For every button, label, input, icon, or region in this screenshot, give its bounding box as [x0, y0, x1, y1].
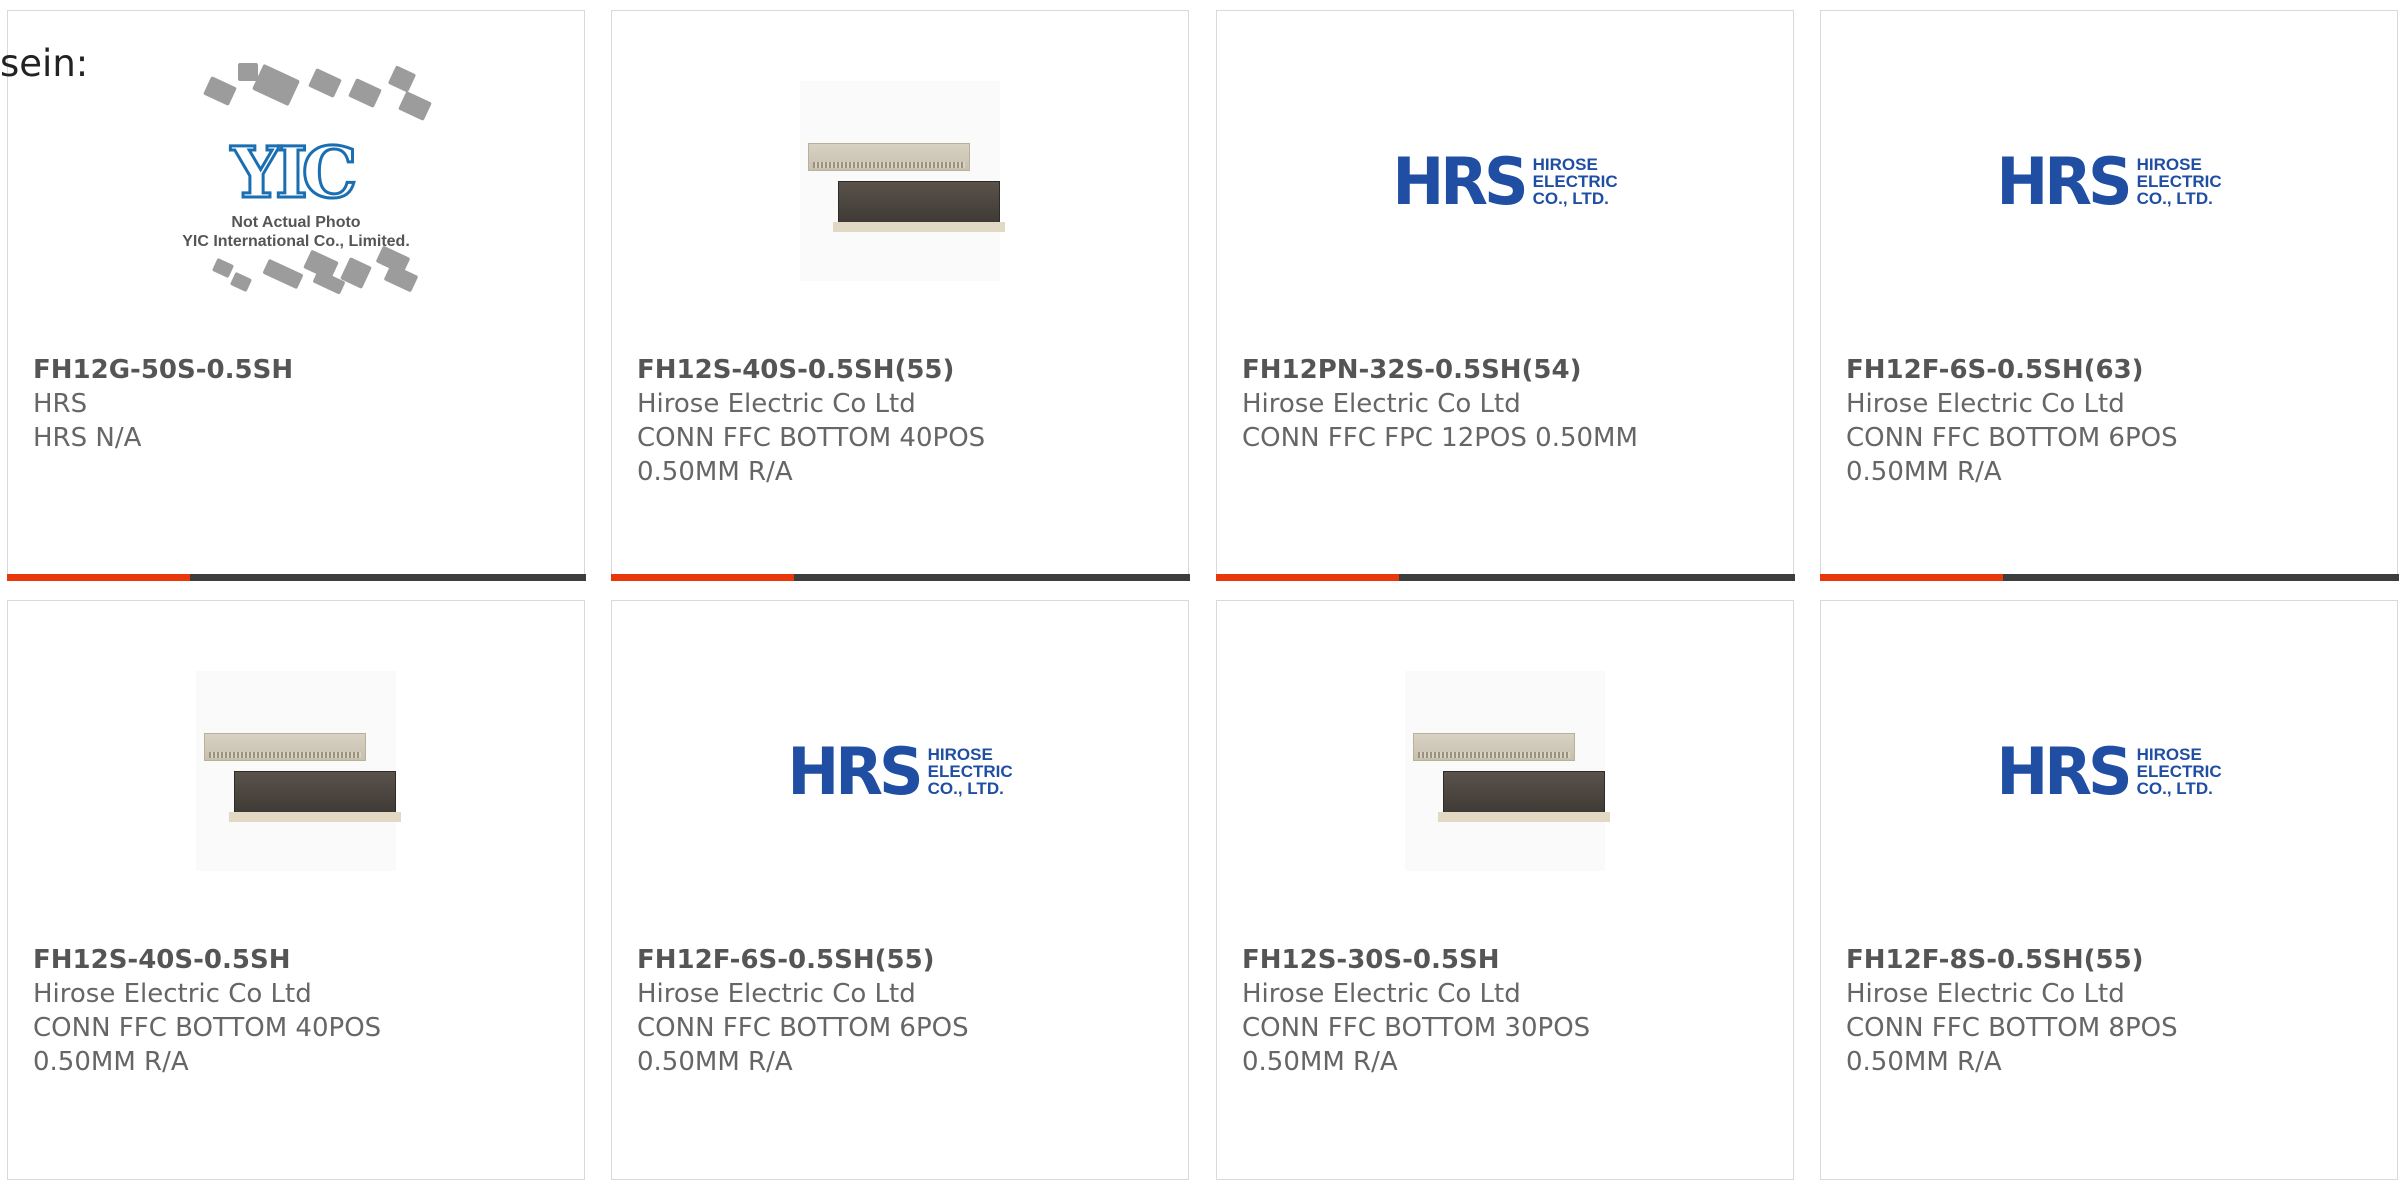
part-number[interactable]: FH12F-6S-0.5SH(55) [637, 943, 1170, 977]
product-image [1217, 661, 1793, 881]
product-image: HRS HIROSE ELECTRIC CO., LTD. [1217, 71, 1793, 291]
description: CONN FFC BOTTOM 6POS [637, 1013, 969, 1043]
manufacturer: Hirose Electric Co Ltd [1242, 389, 1521, 419]
product-card[interactable]: FH12S-40S-0.5SH Hirose Electric Co Ltd C… [7, 600, 585, 1180]
description: CONN FFC BOTTOM 40POS [637, 423, 986, 453]
hrs-logo: HRS HIROSE ELECTRIC CO., LTD. [787, 732, 1013, 810]
part-number[interactable]: FH12F-8S-0.5SH(55) [1846, 943, 2379, 977]
hrs-logo: HRS HIROSE ELECTRIC CO., LTD. [1996, 732, 2222, 810]
product-image: HRS HIROSE ELECTRIC CO., LTD. [1821, 661, 2397, 881]
product-card[interactable]: FH12S-40S-0.5SH(55) Hirose Electric Co L… [610, 10, 1190, 581]
description: CONN FFC BOTTOM 30POS [1242, 1013, 1591, 1043]
manufacturer: Hirose Electric Co Ltd [33, 979, 312, 1009]
placeholder-image: YIC Not Actual Photo YIC International C… [146, 61, 446, 301]
product-image: YIC Not Actual Photo YIC International C… [8, 63, 584, 295]
product-image [612, 71, 1188, 291]
description: CONN FFC FPC 12POS 0.50MM [1242, 423, 1638, 453]
part-number[interactable]: FH12S-40S-0.5SH(55) [637, 353, 1170, 387]
manufacturer: Hirose Electric Co Ltd [1242, 979, 1521, 1009]
manufacturer: Hirose Electric Co Ltd [637, 979, 916, 1009]
part-number[interactable]: FH12S-40S-0.5SH [33, 943, 566, 977]
description: HRS N/A [33, 423, 142, 453]
yic-logo: YIC [229, 130, 358, 216]
image-caption-line: Not Actual Photo [231, 214, 361, 231]
description: CONN FFC BOTTOM 8POS [1846, 1013, 2178, 1043]
card-accent-bar [610, 573, 1190, 581]
part-number[interactable]: FH12S-30S-0.5SH [1242, 943, 1775, 977]
description: 0.50MM R/A [1846, 457, 2002, 487]
product-card[interactable]: HRS HIROSE ELECTRIC CO., LTD. FH12F-6S-0.5… [611, 600, 1189, 1180]
connector-photo [800, 81, 1005, 281]
product-card[interactable]: HRS HIROSE ELECTRIC CO., LTD. FH12PN-32S-0… [1215, 10, 1795, 581]
product-card[interactable]: FH12S-30S-0.5SH Hirose Electric Co Ltd C… [1216, 600, 1794, 1180]
description: CONN FFC BOTTOM 40POS [33, 1013, 382, 1043]
card-accent-bar [1215, 573, 1795, 581]
manufacturer: Hirose Electric Co Ltd [1846, 389, 2125, 419]
product-image: HRS HIROSE ELECTRIC CO., LTD. [1821, 71, 2397, 291]
image-caption-line: YIC International Co., Limited. [182, 233, 410, 250]
manufacturer: Hirose Electric Co Ltd [637, 389, 916, 419]
part-number[interactable]: FH12G-50S-0.5SH [33, 353, 566, 387]
description: 0.50MM R/A [637, 457, 793, 487]
description: 0.50MM R/A [637, 1047, 793, 1077]
product-image [8, 661, 584, 881]
part-number[interactable]: FH12PN-32S-0.5SH(54) [1242, 353, 1775, 387]
description: 0.50MM R/A [33, 1047, 189, 1077]
product-card[interactable]: HRS HIROSE ELECTRIC CO., LTD. FH12F-6S-0.5… [1819, 10, 2399, 581]
hrs-logo: HRS HIROSE ELECTRIC CO., LTD. [1996, 142, 2222, 220]
manufacturer: HRS [33, 389, 88, 419]
description: 0.50MM R/A [1242, 1047, 1398, 1077]
description: CONN FFC BOTTOM 6POS [1846, 423, 2178, 453]
manufacturer: Hirose Electric Co Ltd [1846, 979, 2125, 1009]
product-grid: YIC Not Actual Photo YIC International C… [0, 0, 2400, 1180]
product-image: HRS HIROSE ELECTRIC CO., LTD. [612, 661, 1188, 881]
card-accent-bar [6, 573, 586, 581]
product-card[interactable]: HRS HIROSE ELECTRIC CO., LTD. FH12F-8S-0.5… [1820, 600, 2398, 1180]
intro-text: sein: [0, 42, 89, 85]
connector-photo [196, 671, 401, 871]
card-accent-bar [1819, 573, 2399, 581]
part-number[interactable]: FH12F-6S-0.5SH(63) [1846, 353, 2379, 387]
connector-photo [1405, 671, 1610, 871]
description: 0.50MM R/A [1846, 1047, 2002, 1077]
hrs-logo: HRS HIROSE ELECTRIC CO., LTD. [1392, 142, 1618, 220]
product-card[interactable]: YIC Not Actual Photo YIC International C… [6, 10, 586, 581]
